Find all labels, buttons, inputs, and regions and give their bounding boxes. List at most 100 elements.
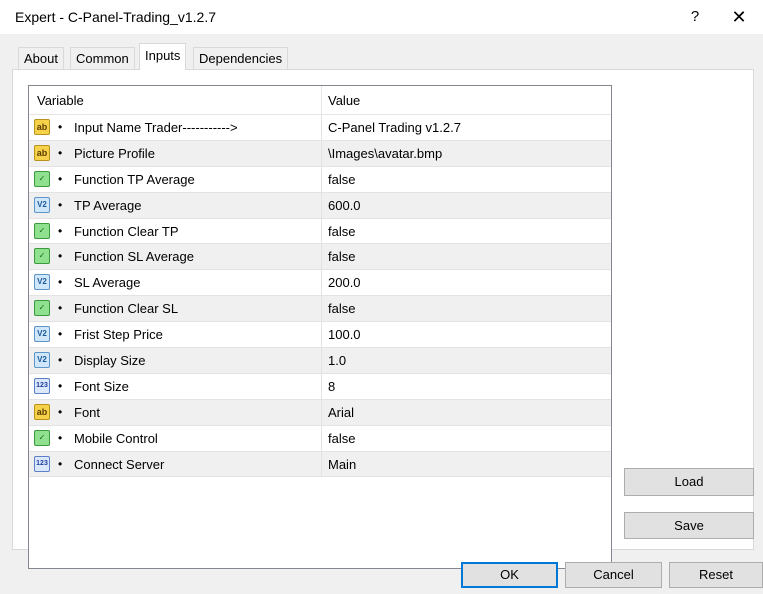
table-row[interactable]: ab • Font Arial [29,399,611,426]
cell-divider [321,296,322,322]
cell-divider [321,373,322,399]
variable-name: Picture Profile [74,145,155,161]
variable-value[interactable]: \Images\avatar.bmp [328,146,442,161]
string-icon: ab [34,144,50,161]
grid-header: Variable Value [29,86,611,115]
variable-name: Display Size [74,353,146,369]
double-icon: V2 [34,274,50,291]
table-row[interactable]: ✓ • Function SL Average false [29,244,611,271]
table-row[interactable]: V2 • Display Size 1.0 [29,348,611,374]
window-title: Expert - C-Panel-Trading_v1.2.7 [15,9,217,25]
variable-value[interactable]: 600.0 [328,198,361,213]
string-icon: ab [34,119,50,135]
double-icon: V2 [34,326,50,343]
bullet-icon: • [58,353,63,368]
double-icon: V2 [34,352,50,369]
tab-inputs[interactable]: Inputs [139,43,187,70]
bullet-icon: • [58,275,63,290]
bullet-icon: • [58,223,63,238]
variable-value[interactable]: C-Panel Trading v1.2.7 [328,120,461,135]
bullet-icon: • [58,145,63,160]
cell-divider [321,399,322,425]
help-button[interactable]: ? [680,4,710,30]
bullet-icon: • [58,430,63,445]
cell-divider [321,218,322,244]
cell-divider [321,425,322,451]
variable-value[interactable]: Arial [328,405,354,420]
bullet-icon: • [58,120,63,134]
variable-value[interactable]: false [328,224,355,239]
cell-divider [321,348,322,373]
bullet-icon: • [58,327,63,342]
load-button[interactable]: Load [624,468,754,496]
variable-name: Function TP Average [74,171,195,187]
cell-divider [321,244,322,270]
variable-name: Function Clear SL [74,301,179,317]
bullet-icon: • [58,378,63,393]
variable-name: Font Size [74,378,129,394]
cell-divider [321,140,322,166]
grid-rows: ab • Input Name Trader-----------> C-Panel … [29,115,611,478]
close-button[interactable]: ✕ [722,4,756,30]
variable-name: SL Average [74,275,141,291]
inputs-grid: Variable Value ab • Input Name Trader-----… [28,85,612,569]
cell-divider [321,166,322,192]
variable-value[interactable]: false [328,249,355,264]
variable-value[interactable]: Main [328,457,356,472]
column-header-value[interactable]: Value [328,93,360,108]
variable-name: Function Clear TP [74,223,179,239]
bullet-icon: • [58,249,63,264]
save-button[interactable]: Save [624,512,754,539]
table-row[interactable]: ab • Input Name Trader-----------> C-Panel … [29,115,611,141]
bool-icon: ✓ [34,222,50,239]
cell-divider [321,115,322,140]
variable-value[interactable]: false [328,301,355,316]
variable-name: Function SL Average [74,249,194,265]
table-row[interactable]: 123 • Font Size 8 [29,373,611,400]
cell-divider [321,270,322,296]
cell-divider [321,451,322,477]
title-bar: Expert - C-Panel-Trading_v1.2.7 ? ✕ [0,0,763,34]
table-row[interactable]: V2 • SL Average 200.0 [29,270,611,297]
table-row[interactable]: V2 • TP Average 600.0 [29,192,611,219]
int-icon: 123 [34,455,50,472]
reset-button[interactable]: Reset [669,562,763,588]
variable-name: Mobile Control [74,430,158,446]
tab-dependencies[interactable]: Dependencies [193,47,289,69]
variable-value[interactable]: false [328,172,355,187]
column-header-variable[interactable]: Variable [37,93,84,108]
table-row[interactable]: ✓ • Function Clear TP false [29,218,611,245]
bool-icon: ✓ [34,429,50,446]
bullet-icon: • [58,301,63,316]
variable-value[interactable]: false [328,431,355,446]
table-row[interactable]: ✓ • Mobile Control false [29,425,611,452]
table-row[interactable]: 123 • Connect Server Main [29,451,611,478]
bullet-icon: • [58,171,63,186]
cell-divider [321,192,322,218]
tab-common[interactable]: Common [70,47,135,69]
int-icon: 123 [34,377,50,394]
variable-name: TP Average [74,197,142,213]
bullet-icon: • [58,404,63,419]
ok-button[interactable]: OK [461,562,558,588]
variable-name: Font [74,404,101,420]
variable-name: Input Name Trader-----------> [74,120,238,135]
table-row[interactable]: ab • Picture Profile \Images\avatar.bmp [29,140,611,167]
string-icon: ab [34,403,50,420]
table-row[interactable]: ✓ • Function TP Average false [29,166,611,193]
bool-icon: ✓ [34,170,50,187]
variable-value[interactable]: 200.0 [328,275,361,290]
variable-value[interactable]: 1.0 [328,353,346,368]
cancel-button[interactable]: Cancel [565,562,662,588]
variable-value[interactable]: 8 [328,379,335,394]
tab-about[interactable]: About [18,47,64,69]
table-row[interactable]: ✓ • Function Clear SL false [29,296,611,323]
variable-name: Connect Server [74,456,165,472]
variable-value[interactable]: 100.0 [328,327,361,342]
double-icon: V2 [34,196,50,213]
cell-divider [321,322,322,348]
table-row[interactable]: V2 • Frist Step Price 100.0 [29,322,611,349]
column-divider[interactable] [321,86,322,114]
bool-icon: ✓ [34,248,50,265]
variable-name: Frist Step Price [74,327,163,343]
